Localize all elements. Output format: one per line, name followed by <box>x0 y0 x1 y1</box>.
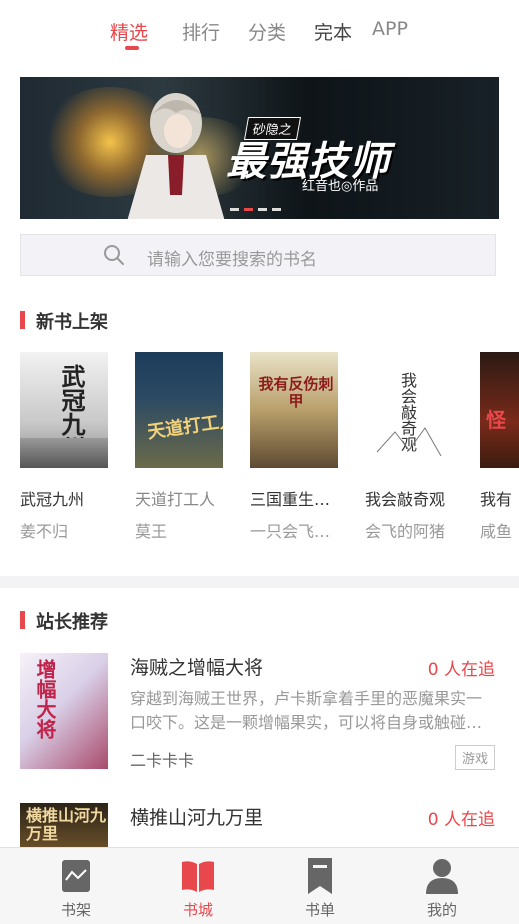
genre-tag[interactable]: 游戏 <box>454 745 495 770</box>
search-icon <box>104 245 124 265</box>
new-books-list: 武冠九州 武冠九州 姜不归 天道打工人 天道打工人 莫王 我有反伤刺甲 三国重生… <box>20 352 519 542</box>
follower-count: 0 人在追 <box>427 660 495 680</box>
book-cover[interactable]: 武冠九州 <box>20 352 108 468</box>
book-cover[interactable]: 天道打工人 <box>135 352 223 468</box>
book-card[interactable]: 武冠九州 武冠九州 姜不归 <box>20 352 120 541</box>
book-card[interactable]: 天道打工人 天道打工人 莫王 <box>135 352 235 541</box>
nav-item-bookstore[interactable]: 书城 <box>158 856 238 920</box>
active-tab-indicator <box>125 46 139 50</box>
search-bar[interactable]: 请输入您要搜索的书名 <box>20 234 496 276</box>
book-cover[interactable]: 怪 <box>480 352 519 468</box>
book-cover[interactable]: 我有反伤刺甲 <box>250 352 338 468</box>
tab-featured[interactable]: 精选 <box>110 18 148 45</box>
book-description: 穿越到海贼王世界，卢卡斯拿着手里的恶魔果实一口咬下。这是一颗增幅果实，可以将自身… <box>130 689 483 732</box>
book-title: 我会敲奇观 <box>365 490 446 509</box>
recommend-item[interactable]: 增幅大将 海贼之增幅大将 0 人在追 穿越到海贼王世界，卢卡斯拿着手里的恶魔果实… <box>20 653 499 783</box>
top-nav: 精选 排行 分类 完本 APP <box>0 0 519 64</box>
section-title: 新书上架 <box>36 312 108 333</box>
carousel-indicator <box>230 208 281 211</box>
book-author: 莫王 <box>135 522 168 541</box>
book-author: 会飞的阿猪 <box>365 522 446 541</box>
book-title: 天道打工人 <box>135 490 216 509</box>
book-cover[interactable]: 横推山河九万里 <box>20 803 108 847</box>
user-icon <box>426 859 458 894</box>
follower-count: 0 人在追 <box>427 810 495 830</box>
carousel-dot[interactable] <box>258 208 267 211</box>
nav-label: 书架 <box>60 901 91 919</box>
book-author: 咸鱼 <box>480 522 513 541</box>
tab-app[interactable]: APP <box>372 18 408 40</box>
book-title[interactable]: 海贼之增幅大将 <box>130 653 263 680</box>
book-title: 三国重生… <box>250 490 331 509</box>
nav-item-booklist[interactable]: 书单 <box>280 856 360 920</box>
bottom-nav: 书架 书城 书单 我的 <box>0 847 519 924</box>
book-author: 一只会飞… <box>250 522 331 541</box>
bookmark-icon <box>308 858 332 894</box>
tab-category[interactable]: 分类 <box>248 18 286 45</box>
nav-label: 书城 <box>182 901 213 919</box>
banner-character-illustration <box>127 93 225 219</box>
book-cover[interactable]: 增幅大将 <box>20 653 108 769</box>
nav-item-profile[interactable]: 我的 <box>402 856 482 920</box>
book-author: 姜不归 <box>20 522 69 541</box>
tab-ranking[interactable]: 排行 <box>182 18 220 45</box>
carousel-dot[interactable] <box>230 208 239 211</box>
nav-label: 书单 <box>304 901 335 919</box>
section-title: 站长推荐 <box>36 612 108 633</box>
nav-label: 我的 <box>426 901 457 919</box>
open-book-icon <box>182 861 214 892</box>
book-card[interactable]: 我有反伤刺甲 三国重生… 一只会飞… <box>250 352 350 541</box>
book-title: 武冠九州 <box>20 490 85 509</box>
book-card[interactable]: 我会敲奇观 我会敲奇观 会飞的阿猪 <box>365 352 465 541</box>
carousel-dot[interactable] <box>272 208 281 211</box>
nav-item-bookshelf[interactable]: 书架 <box>36 856 116 920</box>
bookshelf-icon <box>62 860 90 892</box>
section-marker <box>20 611 25 629</box>
book-card[interactable]: 怪 我有 咸鱼 <box>480 352 519 541</box>
search-placeholder: 请输入您要搜索的书名 <box>147 250 317 270</box>
book-cover[interactable]: 我会敲奇观 <box>365 352 453 468</box>
section-divider <box>0 576 519 588</box>
carousel-dot-active[interactable] <box>244 208 253 211</box>
recommend-item[interactable]: 横推山河九万里 横推山河九万里 0 人在追 <box>20 803 499 847</box>
section-marker <box>20 311 25 329</box>
book-title: 我有 <box>480 490 513 509</box>
book-title[interactable]: 横推山河九万里 <box>130 803 263 830</box>
book-author: 二卡卡卡 <box>130 751 195 770</box>
promo-banner[interactable]: 砂隐之 最强技师 红音也◎作品 <box>20 77 499 219</box>
tab-completed[interactable]: 完本 <box>314 18 352 45</box>
banner-author: 红音也◎作品 <box>302 179 379 194</box>
